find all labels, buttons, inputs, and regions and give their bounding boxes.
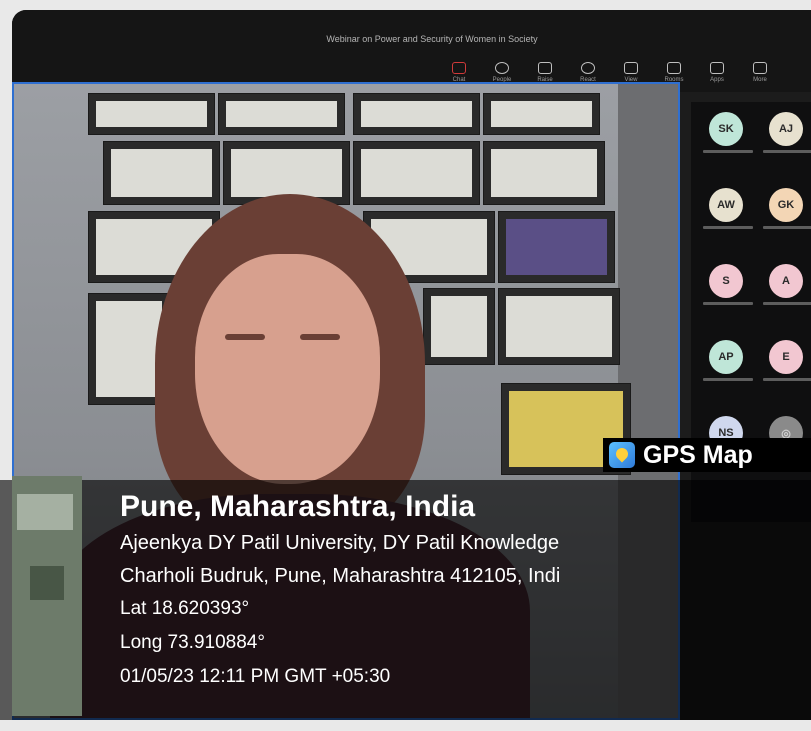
wall-certificate bbox=[219, 94, 344, 134]
chat-icon bbox=[452, 62, 466, 74]
participant-avatar: GK bbox=[769, 188, 803, 222]
participant-avatar: AJ bbox=[769, 112, 803, 146]
participant-name-bar bbox=[703, 378, 753, 381]
rooms-icon bbox=[667, 62, 681, 74]
gps-brand-text: GPS Map bbox=[643, 440, 753, 469]
participant-tile[interactable]: AP bbox=[703, 340, 753, 381]
gps-brand-badge: GPS Map bbox=[603, 438, 811, 472]
react-icon bbox=[581, 62, 595, 74]
participant-avatar: A bbox=[769, 264, 803, 298]
raise-hand-icon bbox=[538, 62, 552, 74]
wall-certificate bbox=[484, 142, 604, 204]
participant-tile[interactable]: AJ bbox=[763, 112, 811, 153]
more-icon bbox=[753, 62, 767, 74]
participant-tile[interactable]: GK bbox=[763, 188, 811, 229]
wall-certificate bbox=[499, 289, 619, 364]
wall-certificate bbox=[499, 212, 614, 282]
participant-name-bar bbox=[763, 226, 811, 229]
wall-certificate bbox=[354, 94, 479, 134]
participant-name-bar bbox=[763, 378, 811, 381]
toolbar-label: Apps bbox=[710, 77, 724, 83]
people-icon bbox=[495, 62, 509, 74]
gps-address-line: Ajeenkya DY Patil University, DY Patil K… bbox=[120, 532, 560, 554]
toolbar-label: More bbox=[753, 77, 767, 83]
participant-tile[interactable]: S bbox=[703, 264, 753, 305]
window-title: Webinar on Power and Security of Women i… bbox=[326, 34, 538, 44]
wall-certificate bbox=[484, 94, 599, 134]
photo-frame: Webinar on Power and Security of Women i… bbox=[0, 0, 811, 731]
speaker-brow bbox=[225, 334, 265, 340]
participant-avatar: E bbox=[769, 340, 803, 374]
participant-name-bar bbox=[703, 226, 753, 229]
participant-name-bar bbox=[703, 302, 753, 305]
participant-name-bar bbox=[763, 150, 811, 153]
gps-address-line: Charholi Budruk, Pune, Maharashtra 41210… bbox=[120, 565, 561, 587]
participant-name-bar bbox=[703, 150, 753, 153]
meeting-titlebar: Webinar on Power and Security of Women i… bbox=[12, 10, 811, 92]
toolbar-apps-button[interactable]: Apps bbox=[702, 62, 732, 90]
participant-name-bar bbox=[763, 302, 811, 305]
gps-datetime: 01/05/23 12:11 PM GMT +05:30 bbox=[120, 666, 391, 687]
participant-avatar: AP bbox=[709, 340, 743, 374]
map-thumbnail bbox=[12, 476, 82, 716]
apps-icon bbox=[710, 62, 724, 74]
wall-certificate bbox=[89, 94, 214, 134]
participant-tile[interactable]: AW bbox=[703, 188, 753, 229]
participant-avatar: SK bbox=[709, 112, 743, 146]
toolbar-more-button[interactable]: More bbox=[745, 62, 775, 90]
participant-tile[interactable]: A bbox=[763, 264, 811, 305]
gps-longitude: Long 73.910884° bbox=[120, 632, 265, 653]
speaker-brow bbox=[300, 334, 340, 340]
participant-avatar: S bbox=[709, 264, 743, 298]
participant-tile[interactable]: E bbox=[763, 340, 811, 381]
speaker-face bbox=[195, 254, 380, 484]
gps-location-title: Pune, Maharashtra, India bbox=[120, 490, 476, 523]
gps-latitude: Lat 18.620393° bbox=[120, 598, 250, 619]
gps-details: Pune, Maharashtra, India Ajeenkya DY Pat… bbox=[120, 490, 810, 700]
participant-tile[interactable]: SK bbox=[703, 112, 753, 153]
gps-map-camera-icon bbox=[609, 442, 635, 468]
view-icon bbox=[624, 62, 638, 74]
participant-avatar: AW bbox=[709, 188, 743, 222]
